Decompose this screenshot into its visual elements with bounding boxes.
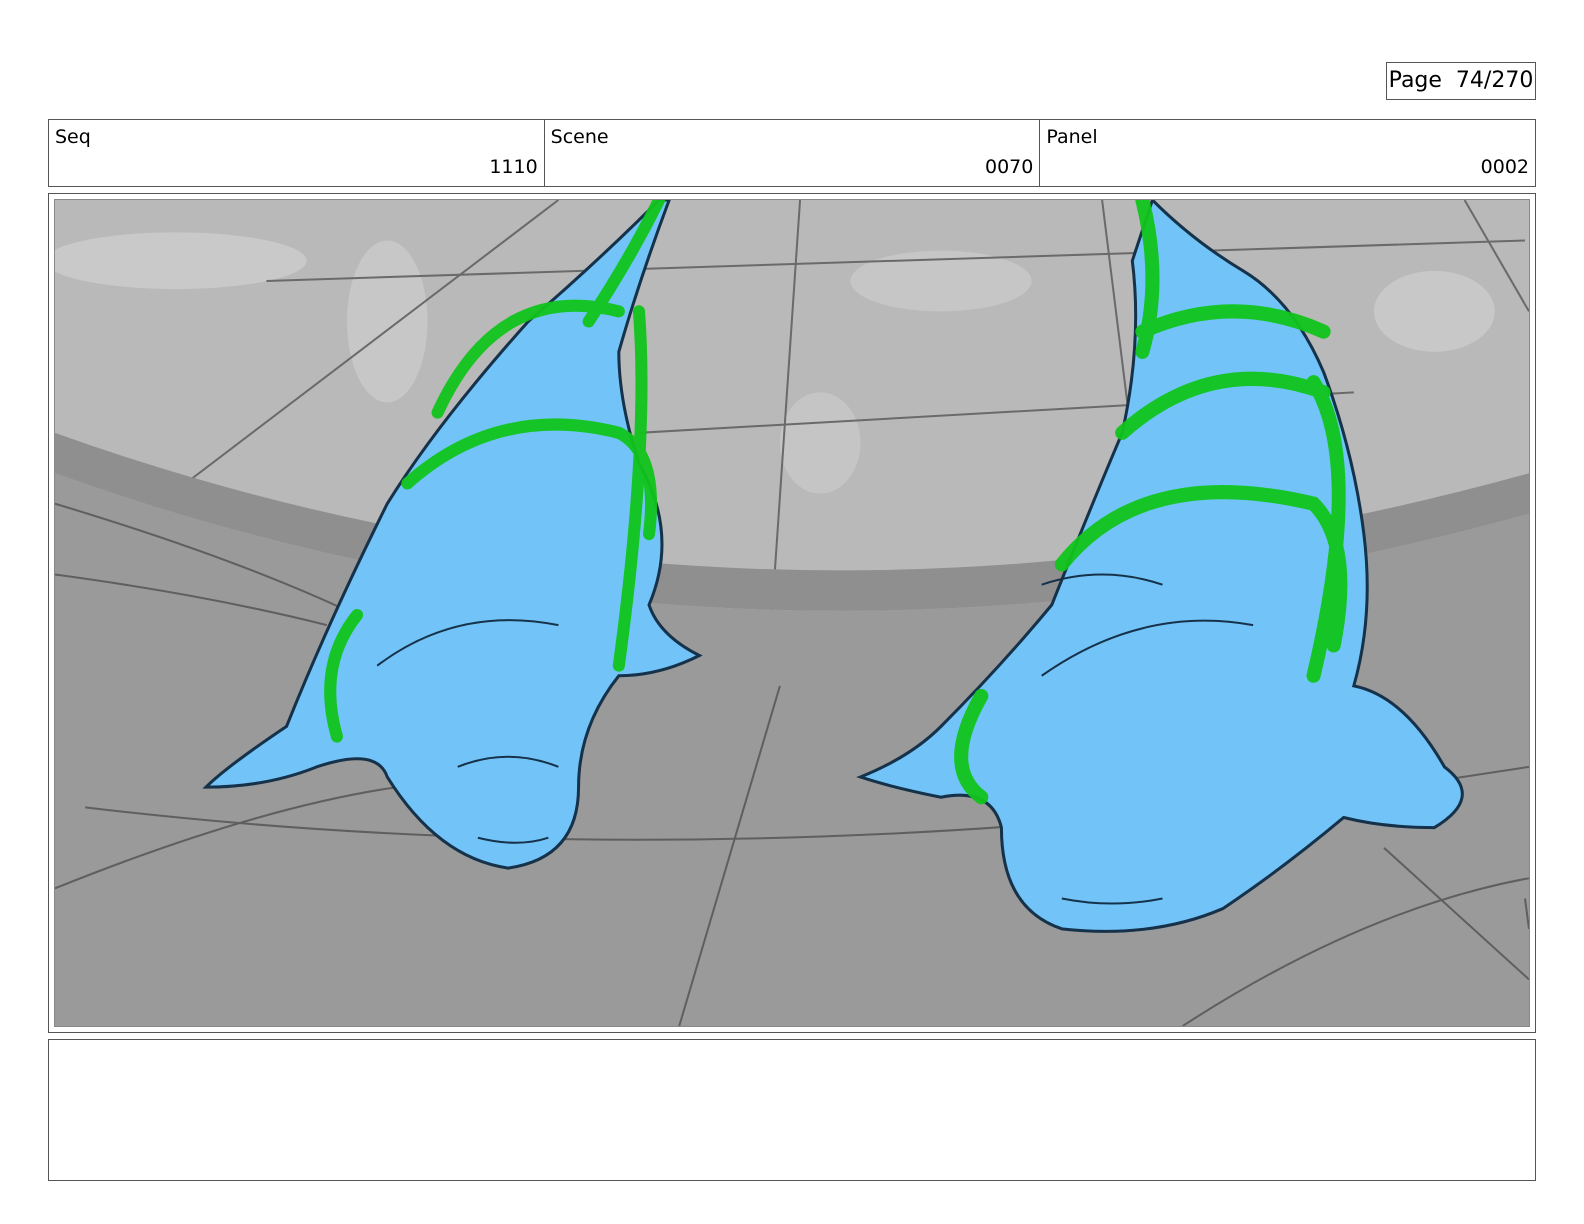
scene-cell: Scene 0070 xyxy=(545,120,1041,186)
seq-cell: Seq 1110 xyxy=(49,120,545,186)
wall-blob xyxy=(779,392,861,494)
panel-cell: Panel 0002 xyxy=(1040,120,1535,186)
seq-value: 1110 xyxy=(489,156,538,178)
wall-blob xyxy=(1373,270,1495,352)
scene-label: Scene xyxy=(550,126,609,148)
scene-value: 0070 xyxy=(984,156,1034,178)
panel-label: Panel xyxy=(1046,126,1098,148)
panel-info-header: Seq 1110 Scene 0070 Panel 0002 xyxy=(48,119,1536,187)
wall-blob xyxy=(346,240,428,403)
page-number: Page 74/270 xyxy=(1386,62,1536,100)
storyboard-panel-image xyxy=(54,199,1530,1027)
storyboard-panel-frame xyxy=(48,193,1536,1033)
seq-label: Seq xyxy=(55,126,91,148)
seal-sketch-illustration xyxy=(55,200,1529,1026)
panel-notes-box xyxy=(48,1039,1536,1181)
panel-value: 0002 xyxy=(1480,156,1530,178)
